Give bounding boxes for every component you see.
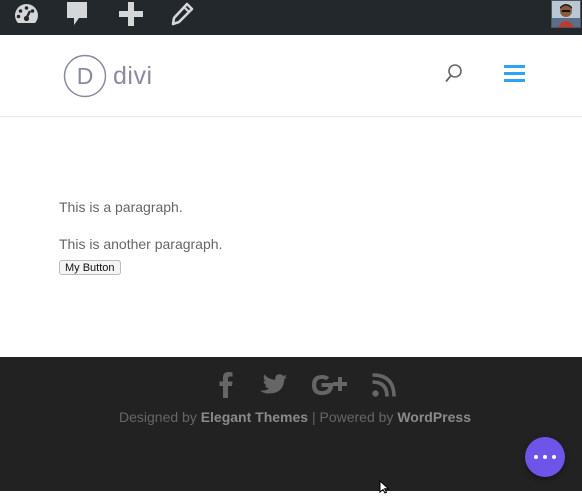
site-footer: Designed by Elegant Themes | Powered by … bbox=[0, 357, 582, 491]
credits-prefix: Designed by bbox=[118, 409, 197, 425]
avatar[interactable] bbox=[551, 0, 581, 28]
mouse-cursor-icon bbox=[379, 479, 391, 498]
credits-separator: | Powered by bbox=[311, 409, 394, 425]
dashboard-icon[interactable] bbox=[12, 0, 40, 28]
comments-icon[interactable] bbox=[65, 0, 89, 28]
floating-more-button[interactable] bbox=[525, 437, 565, 477]
facebook-icon[interactable] bbox=[216, 370, 236, 400]
footer-credits: Designed by Elegant Themes | Powered by … bbox=[0, 409, 582, 425]
logo-text: divi bbox=[113, 61, 153, 90]
site-header: D divi bbox=[0, 35, 582, 117]
my-button[interactable]: My Button bbox=[59, 260, 121, 275]
elegant-themes-link[interactable]: Elegant Themes bbox=[201, 409, 308, 425]
admin-bar bbox=[0, 0, 582, 35]
logo-circle-icon: D bbox=[63, 54, 107, 98]
site-logo[interactable]: D divi bbox=[63, 54, 153, 98]
paragraph: This is another paragraph. bbox=[59, 236, 223, 252]
search-button[interactable] bbox=[444, 63, 464, 85]
logo-letter: D bbox=[77, 63, 94, 89]
google-plus-icon[interactable] bbox=[308, 370, 350, 400]
new-content-icon[interactable] bbox=[117, 0, 145, 28]
paragraph: This is a paragraph. bbox=[59, 199, 183, 215]
twitter-icon[interactable] bbox=[259, 370, 287, 400]
rss-icon[interactable] bbox=[371, 370, 397, 400]
wordpress-link[interactable]: WordPress bbox=[397, 409, 471, 425]
search-icon bbox=[445, 64, 462, 83]
edit-icon[interactable] bbox=[170, 0, 194, 28]
hamburger-menu-icon[interactable] bbox=[504, 65, 525, 83]
